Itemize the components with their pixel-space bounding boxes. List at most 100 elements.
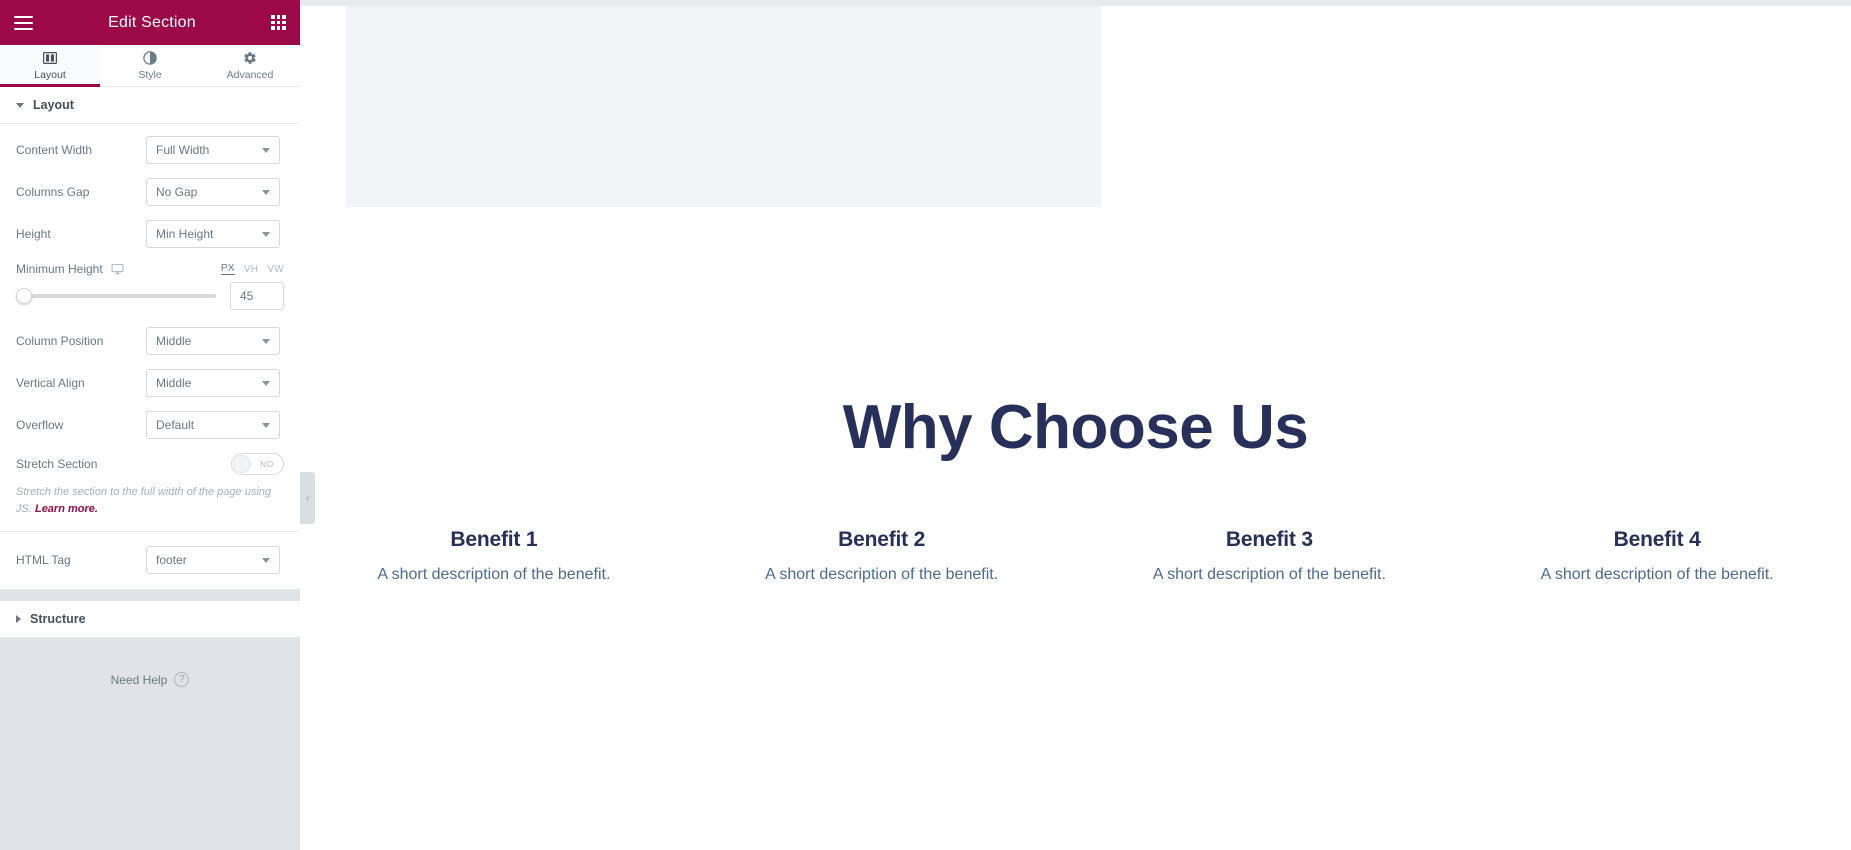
- html-tag-label: HTML Tag: [16, 553, 71, 567]
- height-select[interactable]: Min Height: [146, 220, 280, 248]
- benefit-title: Benefit 3: [1225, 528, 1313, 551]
- benefit-description: A short description of the benefit.: [1152, 566, 1386, 583]
- content-width-label: Content Width: [16, 143, 93, 157]
- stretch-section-toggle-state: NO: [260, 459, 274, 469]
- chevron-down-icon: [262, 557, 270, 563]
- chevron-left-icon: ‹: [305, 492, 310, 504]
- panel-title: Edit Section: [108, 13, 196, 31]
- elementor-editor: Edit Section Layout Style Advanced Layou…: [0, 0, 1851, 850]
- structure-section: Structure: [0, 601, 300, 637]
- editor-panel: Edit Section Layout Style Advanced Layou…: [0, 0, 300, 850]
- panel-spacer: [0, 589, 300, 601]
- control-minimum-height-header: Minimum Height PX VH VW: [0, 255, 300, 278]
- toggle-knob: [233, 455, 251, 473]
- benefit-column[interactable]: Benefit 2 A short description of the ben…: [688, 528, 1076, 584]
- gear-icon: [243, 51, 257, 66]
- control-html-tag: HTML Tag footer: [0, 532, 300, 581]
- minimum-height-slider-row: 45: [0, 278, 300, 320]
- placeholder-block[interactable]: [346, 6, 1101, 207]
- page-title[interactable]: Why Choose Us: [300, 395, 1851, 460]
- tab-advanced[interactable]: Advanced: [200, 45, 300, 86]
- chevron-down-icon: [262, 380, 270, 386]
- tab-style[interactable]: Style: [100, 45, 200, 86]
- benefits-row: Benefit 1 A short description of the ben…: [300, 528, 1851, 584]
- html-tag-value: footer: [156, 553, 187, 567]
- overflow-value: Default: [156, 418, 195, 432]
- layout-section-title: Layout: [33, 98, 74, 112]
- structure-section-title: Structure: [30, 612, 86, 626]
- benefit-title: Benefit 4: [1613, 528, 1701, 551]
- unit-vh[interactable]: VH: [244, 264, 259, 275]
- layout-section-header[interactable]: Layout: [0, 87, 300, 124]
- minimum-height-slider[interactable]: [16, 288, 216, 304]
- preview-canvas: Why Choose Us Benefit 1 A short descript…: [300, 0, 1851, 850]
- need-help-button[interactable]: Need Help ?: [0, 672, 300, 687]
- control-columns-gap: Columns Gap No Gap: [0, 171, 300, 213]
- hamburger-icon[interactable]: [14, 15, 33, 30]
- question-circle-icon: ?: [174, 672, 190, 687]
- vertical-align-label: Vertical Align: [16, 376, 85, 390]
- tab-layout[interactable]: Layout: [0, 45, 100, 87]
- contrast-icon: [143, 51, 157, 66]
- vertical-align-value: Middle: [156, 376, 192, 390]
- control-stretch-section: Stretch Section NO: [0, 446, 300, 482]
- chevron-down-icon: [262, 147, 270, 153]
- panel-tabs: Layout Style Advanced: [0, 45, 300, 87]
- desktop-icon[interactable]: [111, 263, 124, 276]
- column-position-label: Column Position: [16, 334, 104, 348]
- columns-icon: [43, 51, 57, 66]
- tab-style-label: Style: [138, 68, 162, 81]
- column-position-value: Middle: [156, 334, 192, 348]
- benefit-title: Benefit 1: [450, 528, 538, 551]
- benefit-description: A short description of the benefit.: [377, 566, 611, 583]
- unit-vw[interactable]: VW: [267, 264, 284, 275]
- columns-gap-select[interactable]: No Gap: [146, 178, 280, 206]
- overflow-label: Overflow: [16, 418, 64, 432]
- panel-body: Layout Content Width Full Width Columns …: [0, 87, 300, 850]
- minimum-height-units: PX VH VW: [220, 263, 284, 275]
- control-content-width: Content Width Full Width: [0, 129, 300, 171]
- control-vertical-align: Vertical Align Middle: [0, 362, 300, 404]
- height-value: Min Height: [156, 227, 214, 241]
- layout-controls: Content Width Full Width Columns Gap No …: [0, 124, 300, 589]
- structure-section-header[interactable]: Structure: [0, 601, 300, 637]
- control-overflow: Overflow Default: [0, 404, 300, 446]
- unit-px[interactable]: PX: [220, 263, 235, 275]
- chevron-down-icon: [262, 422, 270, 428]
- tab-layout-label: Layout: [34, 68, 66, 81]
- benefit-column[interactable]: Benefit 3 A short description of the ben…: [1076, 528, 1464, 584]
- stretch-section-toggle[interactable]: NO: [231, 453, 284, 475]
- panel-collapse-handle[interactable]: ‹: [300, 472, 315, 524]
- benefit-description: A short description of the benefit.: [1540, 566, 1774, 583]
- stretch-section-learn-more-link[interactable]: Learn more.: [35, 503, 98, 515]
- slider-handle[interactable]: [16, 288, 32, 304]
- stretch-section-label: Stretch Section: [16, 457, 98, 471]
- benefit-column[interactable]: Benefit 1 A short description of the ben…: [300, 528, 688, 584]
- html-tag-select[interactable]: footer: [146, 546, 280, 574]
- chevron-down-icon: [16, 102, 24, 108]
- columns-gap-value: No Gap: [156, 185, 198, 199]
- chevron-down-icon: [262, 338, 270, 344]
- benefit-description: A short description of the benefit.: [765, 566, 999, 583]
- need-help-label: Need Help: [110, 672, 168, 687]
- benefit-title: Benefit 2: [838, 528, 926, 551]
- minimum-height-value: 45: [240, 289, 254, 303]
- columns-gap-label: Columns Gap: [16, 185, 90, 199]
- widgets-grid-icon[interactable]: [271, 15, 286, 30]
- overflow-select[interactable]: Default: [146, 411, 280, 439]
- chevron-down-icon: [262, 231, 270, 237]
- vertical-align-select[interactable]: Middle: [146, 369, 280, 397]
- benefit-column[interactable]: Benefit 4 A short description of the ben…: [1463, 528, 1851, 584]
- chevron-right-icon: [16, 615, 21, 623]
- control-column-position: Column Position Middle: [0, 320, 300, 362]
- hero-section: Why Choose Us: [300, 395, 1851, 460]
- minimum-height-input[interactable]: 45: [230, 282, 284, 310]
- minimum-height-label: Minimum Height: [16, 262, 103, 276]
- content-width-select[interactable]: Full Width: [146, 136, 280, 164]
- tab-advanced-label: Advanced: [226, 68, 274, 81]
- stretch-section-helper: Stretch the section to the full width of…: [0, 482, 300, 531]
- height-label: Height: [16, 227, 51, 241]
- column-position-select[interactable]: Middle: [146, 327, 280, 355]
- control-height: Height Min Height: [0, 213, 300, 255]
- layout-section: Layout Content Width Full Width Columns …: [0, 87, 300, 589]
